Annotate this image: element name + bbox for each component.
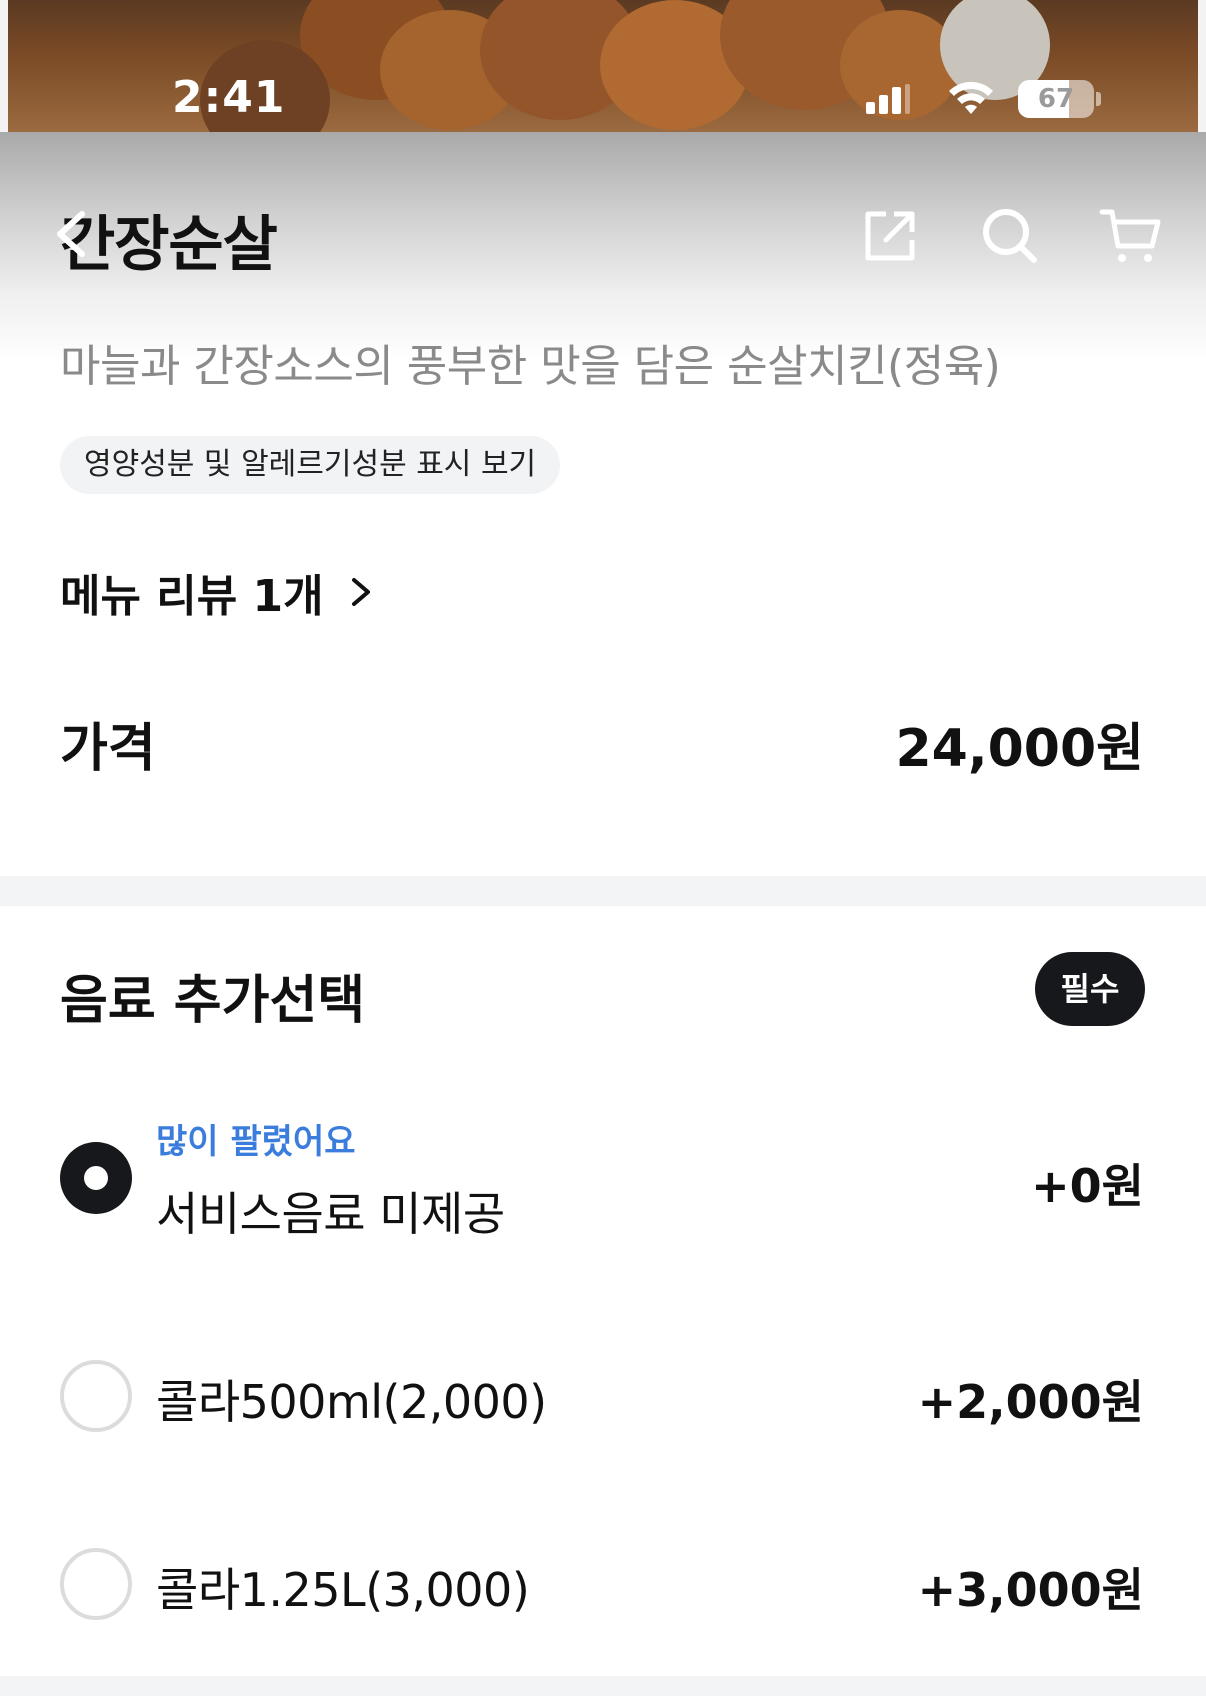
option-price: +3,000원 [917, 1563, 1144, 1617]
review-link-label: 메뉴 리뷰 1개 [60, 571, 324, 622]
option-price: +0원 [1031, 1159, 1144, 1213]
radio-button-selected[interactable] [60, 1142, 132, 1214]
popular-tag: 많이 팔렸어요 [156, 1122, 356, 1162]
chevron-right-icon [351, 578, 370, 606]
cart-icon[interactable] [1098, 204, 1162, 268]
drink-option-cola-1-25l[interactable]: 콜라1.25L(3,000) +3,000원 [0, 1544, 1206, 1624]
search-icon[interactable] [978, 204, 1042, 268]
share-icon[interactable] [858, 204, 922, 268]
nutrition-allergy-chip[interactable]: 영양성분 및 알레르기성분 표시 보기 [60, 436, 561, 494]
option-price: +2,000원 [917, 1375, 1144, 1429]
section-divider-bottom [0, 1676, 1206, 1696]
drink-option-cola-500ml[interactable]: 콜라500ml(2,000) +2,000원 [0, 1356, 1206, 1436]
menu-review-link[interactable]: 메뉴 리뷰 1개 [60, 560, 376, 624]
option-label: 콜라500ml(2,000) [156, 1375, 547, 1429]
drink-section-title: 음료 추가선택 [60, 971, 366, 1031]
radio-button[interactable] [60, 1360, 132, 1432]
battery-nub [1096, 92, 1101, 106]
section-divider [0, 876, 1206, 906]
battery-percent: 67 [1037, 84, 1075, 114]
battery-icon: 67 [1018, 80, 1094, 118]
menu-description: 마늘과 간장소스의 풍부한 맛을 담은 순살치킨(정육) [60, 341, 1001, 392]
drink-option-no-drink[interactable]: 많이 팔렸어요 서비스음료 미제공 +0원 [0, 1112, 1206, 1252]
required-badge: 필수 [1035, 952, 1145, 1026]
option-label: 콜라1.25L(3,000) [156, 1563, 530, 1617]
price-label: 가격 [60, 719, 156, 779]
signal-icon [866, 84, 910, 114]
status-time: 2:41 [172, 72, 286, 123]
option-label: 서비스음료 미제공 [156, 1187, 505, 1241]
wifi-icon [949, 81, 993, 114]
status-bar: 2:41 67 [0, 0, 1206, 132]
back-arrow-icon[interactable] [46, 206, 102, 262]
radio-button[interactable] [60, 1548, 132, 1620]
price-value: 24,000원 [895, 719, 1144, 779]
